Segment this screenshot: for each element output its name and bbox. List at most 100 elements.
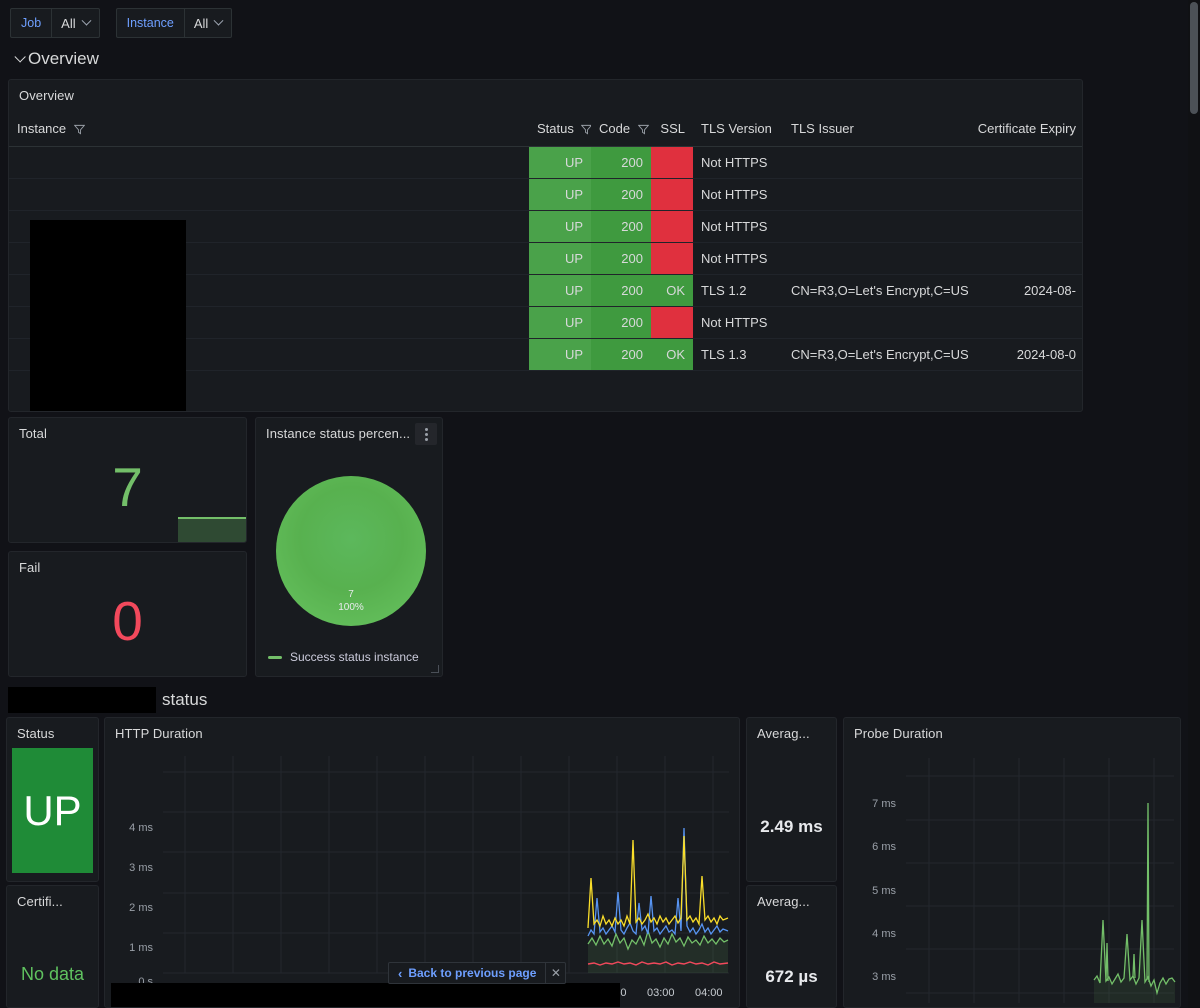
template-variable-bar: Job All Instance All (0, 0, 1200, 46)
panel-status: Status UP (6, 717, 99, 882)
filter-funnel-icon[interactable] (73, 124, 85, 135)
cell-ssl (651, 242, 693, 275)
cell-ssl (651, 178, 693, 211)
y-tick-probe-4ms: 4 ms (872, 928, 896, 940)
probe-duration-plot[interactable]: 7 ms 6 ms 5 ms 4 ms 3 ms 2 ms (844, 748, 1180, 1007)
filter-funnel-icon[interactable] (637, 124, 649, 135)
col-header-code[interactable]: Code (591, 112, 651, 147)
panel-probe-duration: Probe Duration 7 ms 6 ms 5 ms 4 ms 3 ms (843, 717, 1181, 1008)
cell-cert-expiry (968, 306, 1082, 339)
panel-resize-handle[interactable] (431, 665, 439, 673)
row-header-status-label: status (162, 690, 208, 709)
filter-funnel-icon[interactable] (581, 124, 591, 135)
cell-code: 200 (591, 210, 651, 243)
panel-average-probe-duration: Averag... 672 µs (746, 885, 837, 1008)
cell-ssl (651, 210, 693, 243)
variable-instance-label: Instance (115, 8, 184, 38)
redaction-instance-column (30, 220, 186, 411)
panel-title-http-duration: HTTP Duration (115, 726, 203, 741)
col-header-tls-issuer[interactable]: TLS Issuer (783, 112, 968, 147)
x-tick-http-11: 04:00 (695, 987, 723, 999)
col-header-instance-label: Instance (17, 121, 67, 137)
back-to-previous-page-label: Back to previous page (408, 966, 537, 980)
cell-tls-issuer (783, 242, 968, 275)
cell-instance (9, 178, 529, 211)
variable-job: Job All (10, 8, 100, 38)
cell-cert-expiry (968, 242, 1082, 275)
panel-title-certificate: Certifi... (17, 894, 63, 909)
panel-title-average-http-duration: Averag... (757, 726, 810, 741)
pie-center-value: 7 (348, 589, 354, 600)
cell-tls-version: Not HTTPS (693, 242, 783, 275)
cell-tls-issuer (783, 306, 968, 339)
back-to-previous-page-bar: ‹ Back to previous page ✕ (388, 962, 567, 984)
variable-instance-select[interactable]: All (183, 8, 233, 38)
cell-code: 200 (591, 338, 651, 371)
kebab-menu-icon[interactable] (415, 423, 437, 445)
col-header-ssl[interactable]: SSL (651, 112, 693, 147)
variable-instance-value: All (193, 15, 209, 31)
cell-status: UP (529, 242, 591, 275)
pie-legend-item[interactable]: Success status instance (268, 650, 419, 664)
cell-cert-expiry: 2024-08- (968, 274, 1082, 307)
chevron-down-icon (213, 15, 224, 26)
total-value: 7 (112, 456, 143, 518)
average-probe-duration-value: 672 µs (765, 967, 818, 986)
panel-title-status: Status (17, 726, 55, 741)
probe-duration-svg (906, 758, 1176, 1003)
panel-title-overview: Overview (19, 88, 74, 103)
table-row[interactable]: UP 200 Not HTTPS (9, 146, 1082, 179)
redaction-http-duration-legend (111, 983, 620, 1007)
cell-tls-issuer (783, 146, 968, 179)
redaction-row-title (8, 687, 156, 713)
panel-instance-status-percentage: Instance status percen... 7 100% Success… (255, 417, 443, 677)
row-header-overview[interactable]: Overview (14, 49, 99, 69)
pie-center-percent: 100% (338, 602, 364, 613)
panel-overview-table: Overview Instance Status Code SSL TLS Ve… (8, 79, 1083, 412)
table-row[interactable]: UP 200 Not HTTPS (9, 178, 1082, 211)
chevron-down-icon (14, 51, 26, 63)
panel-title-average-probe-duration: Averag... (757, 894, 810, 909)
cell-tls-issuer: CN=R3,O=Let's Encrypt,C=US (783, 338, 968, 371)
variable-job-label: Job (10, 8, 52, 38)
panel-average-http-duration: Averag... 2.49 ms (746, 717, 837, 882)
close-icon[interactable]: ✕ (545, 963, 565, 983)
cell-instance (9, 146, 529, 179)
cell-code: 200 (591, 146, 651, 179)
chevron-left-icon: ‹ (398, 965, 403, 981)
col-header-status[interactable]: Status (529, 112, 591, 147)
table-header-row: Instance Status Code SSL TLS Version TLS… (9, 112, 1082, 147)
panel-title-total: Total (19, 426, 47, 441)
row-header-status[interactable]: status (8, 687, 207, 713)
y-tick-http-4ms: 4 ms (129, 822, 153, 834)
y-tick-http-3ms: 3 ms (129, 862, 153, 874)
col-header-code-label: Code (599, 121, 631, 137)
status-value: UP (12, 748, 93, 873)
cell-cert-expiry (968, 146, 1082, 179)
panel-total: Total 7 (8, 417, 247, 543)
grafana-dashboard: Job All Instance All Overview Overview I… (0, 0, 1200, 1008)
row-header-overview-label: Overview (28, 49, 99, 68)
variable-job-select[interactable]: All (51, 8, 100, 38)
legend-label: Success status instance (290, 650, 419, 664)
pie-slice-success[interactable]: 7 100% (276, 476, 426, 626)
legend-color-swatch (268, 655, 282, 659)
col-header-status-label: Status (537, 121, 574, 137)
cell-code: 200 (591, 242, 651, 275)
col-header-tls-version[interactable]: TLS Version (693, 112, 783, 147)
back-to-previous-page-button[interactable]: ‹ Back to previous page (389, 963, 545, 983)
page-scrollbar-thumb[interactable] (1190, 2, 1198, 114)
y-tick-http-2ms: 2 ms (129, 902, 153, 914)
cell-cert-expiry (968, 178, 1082, 211)
cell-tls-version: Not HTTPS (693, 306, 783, 339)
cell-ssl (651, 306, 693, 339)
page-scroll-track[interactable] (1188, 0, 1200, 1008)
y-tick-probe-6ms: 6 ms (872, 841, 896, 853)
cell-code: 200 (591, 274, 651, 307)
cell-tls-version: Not HTTPS (693, 146, 783, 179)
col-header-instance[interactable]: Instance (9, 112, 529, 147)
total-sparkline (178, 517, 246, 542)
variable-job-value: All (61, 15, 76, 31)
col-header-cert-expiry[interactable]: Certificate Expiry (968, 112, 1082, 147)
cell-tls-issuer: CN=R3,O=Let's Encrypt,C=US (783, 274, 968, 307)
